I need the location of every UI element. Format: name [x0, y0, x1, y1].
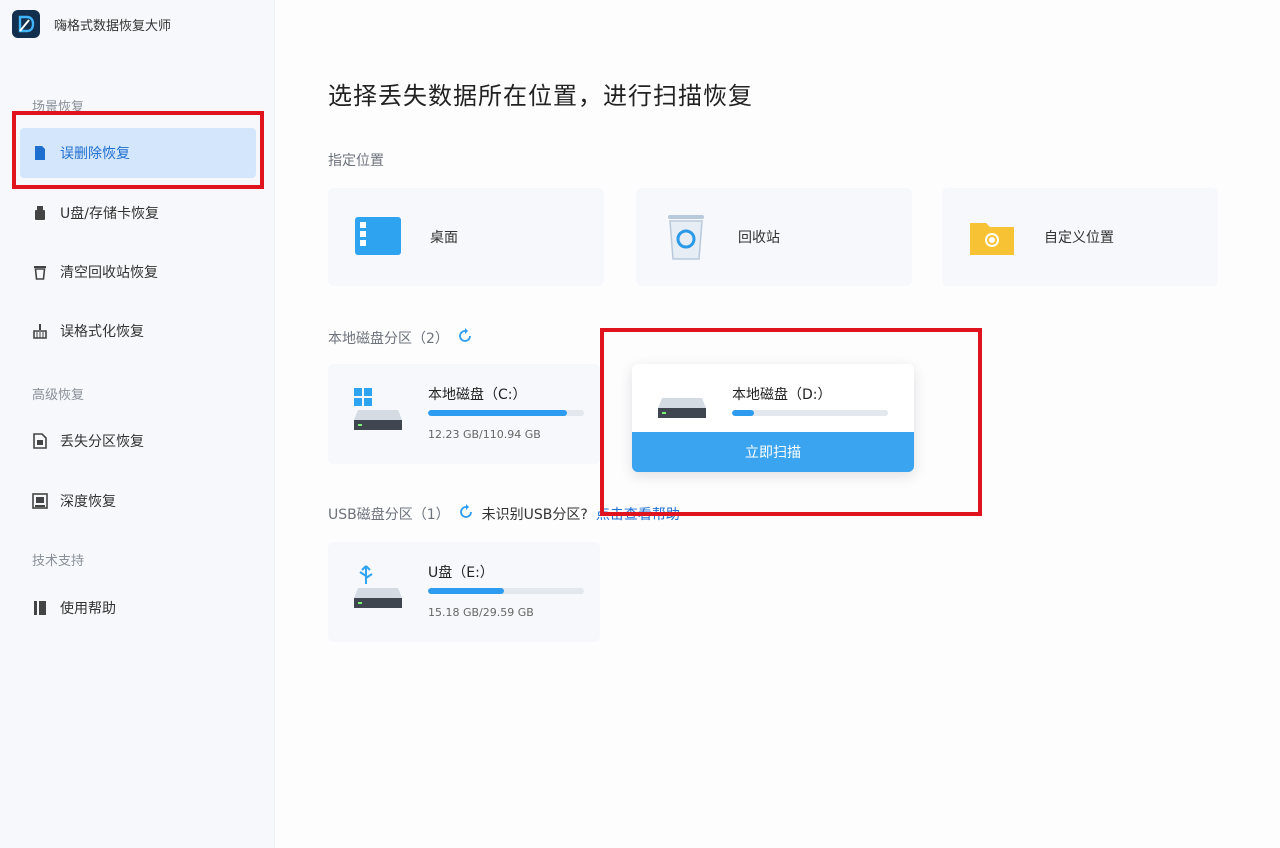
app-window: 嗨格式数据恢复大师 场景恢复 误删除恢复 U盘/存储卡恢复 清空回收站恢复 误格… [0, 0, 1280, 848]
section-label-usb-disks: USB磁盘分区（1） 未识别USB分区? 点击查看帮助 [328, 504, 680, 524]
refresh-icon[interactable] [457, 328, 473, 348]
brand: 嗨格式数据恢复大师 [12, 10, 171, 38]
broom-icon [32, 323, 48, 339]
partition-icon [32, 433, 48, 449]
group-label-scene: 场景恢复 [32, 100, 85, 115]
sidebar-item-label: 误删除恢复 [60, 146, 130, 162]
usb-disk-icon [352, 564, 404, 612]
refresh-icon[interactable] [458, 504, 474, 524]
app-title: 嗨格式数据恢复大师 [54, 18, 172, 34]
main-panel: 选择丢失数据所在位置，进行扫描恢复 指定位置 桌面 回收站 自定义位置 本地磁盘… [276, 0, 1280, 848]
sidebar-item-format-recovery[interactable]: 误格式化恢复 [20, 306, 256, 356]
sidebar-item-label: 使用帮助 [60, 601, 116, 617]
section-label-locations: 指定位置 [328, 153, 384, 169]
disk-usage-bar [428, 410, 584, 416]
group-label-advanced: 高级恢复 [32, 388, 85, 403]
disk-usage-bar [428, 588, 584, 594]
deep-scan-icon [32, 493, 48, 509]
desktop-icon [354, 215, 402, 259]
disk-card-e[interactable]: U盘（E:） 15.18 GB/29.59 GB [328, 542, 600, 642]
unrecognized-usb-text: 未识别USB分区? [481, 507, 588, 523]
sidebar-item-label: U盘/存储卡恢复 [60, 206, 159, 222]
location-label: 自定义位置 [1044, 230, 1114, 246]
disk-size: 12.23 GB/110.94 GB [428, 428, 541, 441]
folder-search-icon [968, 215, 1016, 259]
disk-name: 本地磁盘（D:） [732, 387, 832, 403]
disk-icon [656, 384, 708, 432]
sidebar-item-label: 深度恢复 [60, 494, 116, 510]
book-icon [32, 600, 48, 616]
location-card-desktop[interactable]: 桌面 [328, 188, 604, 286]
help-link[interactable]: 点击查看帮助 [596, 504, 680, 524]
file-icon [32, 145, 48, 161]
sidebar-item-help[interactable]: 使用帮助 [20, 583, 256, 633]
disk-size: 15.18 GB/29.59 GB [428, 606, 534, 619]
sidebar-item-deleted-recovery[interactable]: 误删除恢复 [20, 128, 256, 178]
location-label: 回收站 [738, 230, 780, 246]
disk-card-c[interactable]: 本地磁盘（C:） 12.23 GB/110.94 GB [328, 364, 600, 464]
sidebar-item-usb-recovery[interactable]: U盘/存储卡恢复 [20, 188, 256, 238]
sidebar-item-deep-recovery[interactable]: 深度恢复 [20, 476, 256, 526]
page-title: 选择丢失数据所在位置，进行扫描恢复 [328, 82, 753, 110]
sidebar-item-label: 丢失分区恢复 [60, 434, 144, 450]
sidebar-item-label: 误格式化恢复 [60, 324, 144, 340]
location-label: 桌面 [430, 230, 458, 246]
sidebar-item-partition-recovery[interactable]: 丢失分区恢复 [20, 416, 256, 466]
disk-name: U盘（E:） [428, 565, 494, 581]
disk-name: 本地磁盘（C:） [428, 387, 527, 403]
group-label-support: 技术支持 [32, 554, 85, 569]
windows-disk-icon [352, 386, 404, 434]
disk-card-d[interactable]: 本地磁盘（D:） 立即扫描 [632, 364, 914, 472]
recycle-bin-icon [662, 215, 710, 260]
app-logo-icon [12, 10, 40, 38]
trash-icon [32, 264, 48, 280]
sidebar: 嗨格式数据恢复大师 场景恢复 误删除恢复 U盘/存储卡恢复 清空回收站恢复 误格… [0, 0, 275, 848]
usb-drive-icon [32, 205, 48, 221]
sidebar-item-label: 清空回收站恢复 [60, 265, 158, 281]
location-card-custom[interactable]: 自定义位置 [942, 188, 1218, 286]
disk-usage-bar [732, 410, 888, 416]
sidebar-item-recycle-recovery[interactable]: 清空回收站恢复 [20, 247, 256, 297]
location-card-recycle-bin[interactable]: 回收站 [636, 188, 912, 286]
scan-now-button[interactable]: 立即扫描 [632, 432, 914, 472]
section-label-local-disks: 本地磁盘分区（2） [328, 328, 473, 348]
